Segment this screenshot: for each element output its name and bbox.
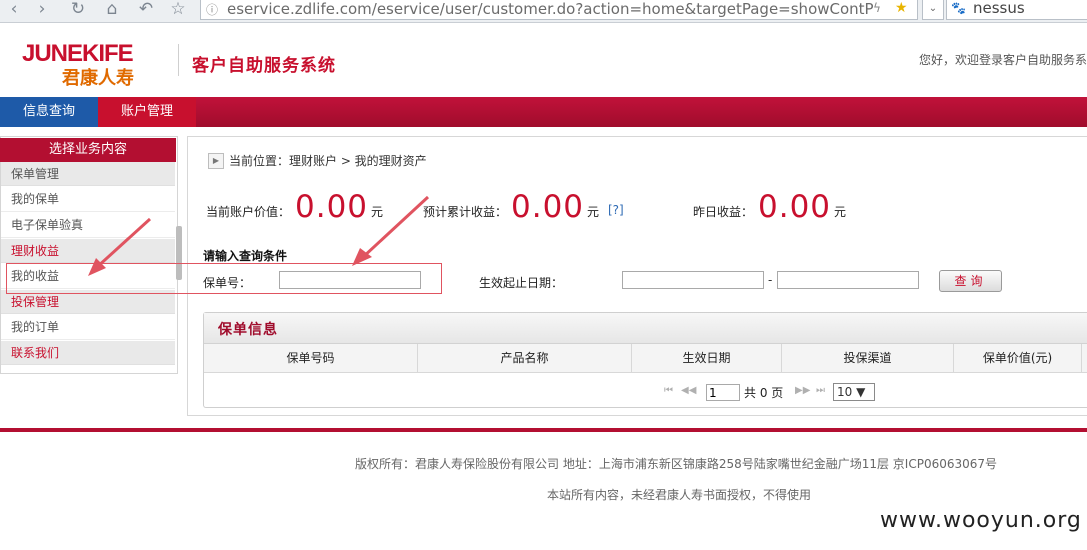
usage-notice: 本站所有内容，未经君康人寿书面授权，不得使用 bbox=[547, 488, 812, 502]
footer-divider bbox=[0, 428, 1087, 432]
annotation-arrow-right bbox=[360, 195, 430, 260]
copyright-text: 版权所有：君康人寿保险股份有限公司 地址：上海市浦东新区锦康路258号陆家嘴世纪… bbox=[355, 457, 998, 471]
watermark: www.wooyun.org bbox=[880, 508, 1082, 533]
annotation-arrow-left bbox=[94, 217, 152, 270]
